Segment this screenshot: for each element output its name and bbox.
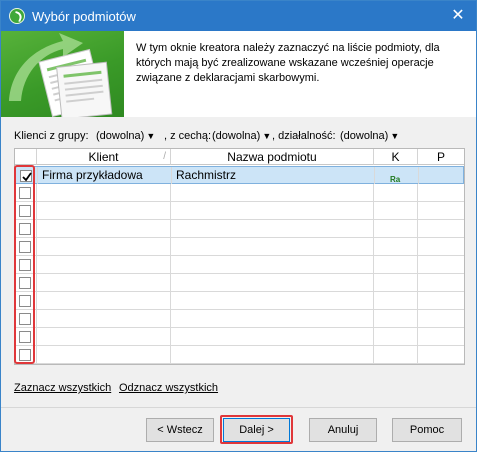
cell-k[interactable] (374, 292, 418, 309)
cell-klient[interactable] (37, 184, 171, 201)
cell-k[interactable] (374, 310, 418, 327)
cell-nazwa-podmiotu[interactable] (171, 310, 374, 327)
wizard-window: Wybór podmiotów ✕ W tym oknie kreatora n… (0, 0, 477, 452)
rachmistrz-badge-icon: Ra (390, 175, 401, 184)
cell-klient[interactable] (37, 238, 171, 255)
cell-nazwa-podmiotu[interactable] (171, 346, 374, 363)
cell-p[interactable] (418, 310, 464, 327)
subjects-grid[interactable]: Klient / Nazwa podmiotu K P Firma przykł… (14, 148, 465, 365)
app-icon (9, 8, 25, 24)
activity-filter-value: (dowolna) (340, 130, 389, 142)
cell-k[interactable]: Ra (375, 167, 419, 184)
cell-nazwa-podmiotu[interactable] (171, 238, 374, 255)
cell-nazwa-podmiotu[interactable]: Rachmistrz (172, 167, 375, 184)
group-filter-dropdown[interactable]: (dowolna) ▼ (96, 130, 155, 142)
feature-filter-value: (dowolna) (212, 130, 261, 142)
select-all-link[interactable]: Zaznacz wszystkich (14, 382, 111, 394)
cell-p[interactable] (418, 274, 464, 291)
feature-filter-dropdown[interactable]: (dowolna) ▼ (212, 130, 271, 142)
column-header-klient[interactable]: Klient / (37, 149, 171, 165)
cell-p[interactable] (418, 184, 464, 201)
activity-filter-label: , działalność: (272, 130, 336, 142)
table-row[interactable] (15, 274, 464, 292)
cell-nazwa-podmiotu[interactable] (171, 328, 374, 345)
table-row[interactable] (15, 310, 464, 328)
close-button[interactable]: ✕ (449, 7, 467, 25)
cell-klient[interactable] (37, 346, 171, 363)
table-row[interactable] (15, 328, 464, 346)
column-header-nazwa[interactable]: Nazwa podmiotu (171, 149, 374, 165)
column-header-klient-label: Klient (88, 150, 119, 164)
column-header-p[interactable]: P (418, 149, 464, 165)
chevron-down-icon: ▼ (390, 131, 400, 141)
title-bar[interactable]: Wybór podmiotów ✕ (1, 1, 476, 31)
cell-k[interactable] (374, 202, 418, 219)
chevron-down-icon: ▼ (262, 131, 272, 141)
cell-klient[interactable] (37, 310, 171, 327)
cell-klient[interactable] (37, 202, 171, 219)
cell-klient[interactable] (37, 292, 171, 309)
deselect-all-link[interactable]: Odznacz wszystkich (119, 382, 218, 394)
cell-nazwa-podmiotu[interactable] (171, 292, 374, 309)
window-title: Wybór podmiotów (32, 9, 136, 24)
group-filter-value: (dowolna) (96, 130, 145, 142)
table-row[interactable] (15, 202, 464, 220)
cell-k[interactable] (374, 220, 418, 237)
table-row[interactable]: Firma przykładowa Rachmistrz Ra (15, 166, 464, 184)
cell-p[interactable] (418, 220, 464, 237)
cell-k[interactable] (374, 274, 418, 291)
back-button[interactable]: < Wstecz (146, 418, 214, 442)
cell-p[interactable] (419, 167, 464, 184)
table-row[interactable] (15, 256, 464, 274)
cell-klient[interactable]: Firma przykładowa (38, 167, 172, 184)
chevron-down-icon: ▼ (146, 131, 156, 141)
cell-klient[interactable] (37, 274, 171, 291)
cell-nazwa-podmiotu[interactable] (171, 184, 374, 201)
cell-nazwa-podmiotu[interactable] (171, 202, 374, 219)
cancel-button[interactable]: Anuluj (309, 418, 377, 442)
next-button[interactable]: Dalej > (223, 418, 290, 442)
table-row[interactable] (15, 292, 464, 310)
column-header-k[interactable]: K (374, 149, 418, 165)
cell-p[interactable] (418, 346, 464, 363)
cell-klient[interactable] (37, 256, 171, 273)
cell-k[interactable] (374, 238, 418, 255)
table-row[interactable] (15, 346, 464, 364)
help-button[interactable]: Pomoc (392, 418, 462, 442)
activity-filter-dropdown[interactable]: (dowolna) ▼ (340, 130, 399, 142)
cell-k[interactable] (374, 328, 418, 345)
cell-k[interactable] (374, 346, 418, 363)
cell-p[interactable] (418, 292, 464, 309)
sort-indicator-icon: / (163, 151, 166, 162)
cell-nazwa-podmiotu[interactable] (171, 220, 374, 237)
cell-p[interactable] (418, 328, 464, 345)
cell-p[interactable] (418, 202, 464, 219)
table-row[interactable] (15, 184, 464, 202)
cell-nazwa-podmiotu[interactable] (171, 256, 374, 273)
wizard-header: W tym oknie kreatora należy zaznaczyć na… (1, 31, 476, 117)
cell-p[interactable] (418, 256, 464, 273)
cell-klient[interactable] (37, 220, 171, 237)
cell-k[interactable] (374, 256, 418, 273)
table-row[interactable] (15, 220, 464, 238)
group-filter-label: Klienci z grupy: (14, 130, 89, 142)
cell-p[interactable] (418, 238, 464, 255)
cell-nazwa-podmiotu[interactable] (171, 274, 374, 291)
cell-k[interactable] (374, 184, 418, 201)
documents-arrow-icon (1, 31, 124, 117)
feature-filter-label: , z cechą: (164, 130, 212, 142)
wizard-footer: < Wstecz Dalej > Anuluj Pomoc (1, 407, 476, 451)
cell-klient[interactable] (37, 328, 171, 345)
table-row[interactable] (15, 238, 464, 256)
wizard-description: W tym oknie kreatora należy zaznaczyć na… (136, 42, 440, 84)
checkbox-column-highlight (14, 165, 35, 364)
column-header-check[interactable] (15, 149, 37, 165)
